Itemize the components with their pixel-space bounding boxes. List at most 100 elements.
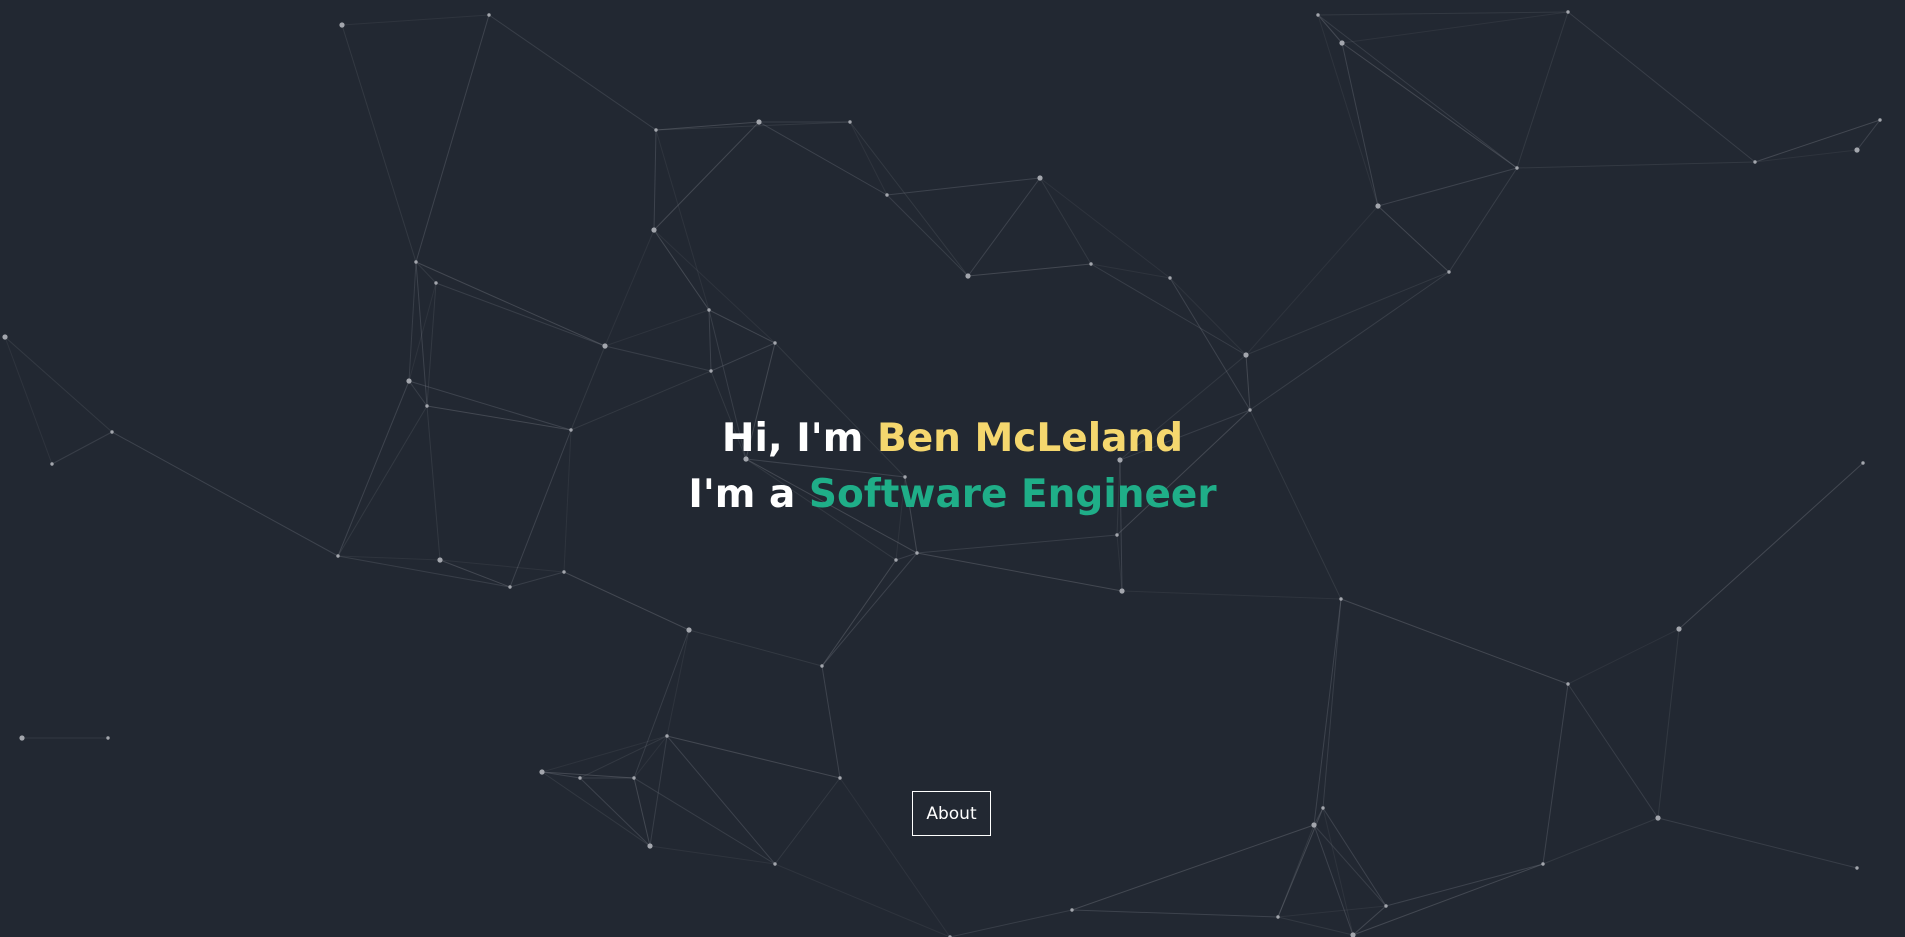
- network-node: [487, 13, 491, 17]
- network-link: [886, 177, 1041, 196]
- name-highlight: Ben McLeland: [876, 416, 1184, 461]
- network-node: [437, 557, 443, 563]
- network-link: [579, 777, 651, 847]
- network-node: [756, 119, 762, 125]
- network-link: [1277, 905, 1387, 918]
- network-link: [886, 194, 969, 277]
- network-node: [414, 260, 418, 264]
- network-node: [1375, 203, 1381, 209]
- network-node: [1115, 533, 1119, 537]
- network-link: [708, 309, 712, 372]
- network-link: [967, 263, 1092, 277]
- network-link: [1322, 807, 1387, 907]
- network-link: [916, 534, 1118, 554]
- greeting-prefix: Hi, I'm: [721, 416, 877, 461]
- network-node: [1119, 588, 1125, 594]
- network-link: [1121, 590, 1342, 600]
- network-node: [1655, 815, 1661, 821]
- network-link: [1377, 205, 1450, 273]
- network-node: [707, 308, 711, 312]
- network-link: [1313, 824, 1354, 936]
- network-link: [1317, 14, 1379, 207]
- network-node: [1168, 276, 1172, 280]
- network-node: [1447, 270, 1451, 274]
- network-link: [758, 121, 888, 196]
- network-node: [19, 735, 25, 741]
- network-link: [1341, 11, 1569, 44]
- network-node: [773, 341, 777, 345]
- network-link: [1352, 905, 1387, 936]
- network-node: [1753, 160, 1757, 164]
- network-link: [1277, 916, 1354, 936]
- network-link: [1039, 177, 1092, 265]
- network-link: [408, 380, 428, 407]
- network-node: [1878, 118, 1882, 122]
- network-node: [915, 551, 919, 555]
- greeting-line: Hi, I'm Ben McLeland: [0, 411, 1905, 467]
- network-link: [649, 735, 668, 847]
- network-link: [1039, 177, 1171, 279]
- network-node: [1566, 682, 1570, 686]
- network-link: [341, 24, 417, 263]
- network-link: [1245, 205, 1379, 356]
- network-link: [408, 261, 417, 382]
- network-link: [1313, 824, 1387, 907]
- network-node: [1566, 10, 1570, 14]
- network-link: [337, 555, 441, 561]
- network-node: [336, 554, 340, 558]
- network-link: [1542, 817, 1659, 865]
- network-link: [541, 771, 635, 779]
- network-node: [508, 585, 512, 589]
- network-link: [1071, 909, 1279, 918]
- network-node: [820, 664, 824, 668]
- network-link: [1341, 42, 1379, 207]
- network-node: [1339, 40, 1345, 46]
- network-link: [509, 571, 565, 588]
- network-link: [1317, 14, 1343, 44]
- network-node: [885, 193, 889, 197]
- network-link: [1754, 119, 1881, 163]
- network-link: [604, 229, 655, 347]
- network-node: [632, 776, 636, 780]
- network-link: [849, 121, 969, 277]
- network-node: [1037, 175, 1043, 181]
- network-node: [651, 227, 657, 233]
- network-node: [339, 22, 345, 28]
- network-node: [434, 281, 438, 285]
- network-link: [666, 735, 776, 865]
- network-node: [1070, 908, 1074, 912]
- network-node: [1089, 262, 1093, 266]
- network-link: [666, 735, 841, 779]
- network-link: [649, 845, 776, 865]
- network-link: [821, 665, 841, 779]
- network-node: [1854, 147, 1860, 153]
- network-node: [848, 120, 852, 124]
- network-link: [774, 863, 951, 937]
- network-node: [654, 128, 658, 132]
- network-link: [563, 571, 690, 631]
- network-link: [488, 14, 657, 131]
- network-link: [633, 777, 776, 865]
- network-link: [666, 629, 690, 737]
- network-link: [916, 552, 1123, 592]
- network-link: [1322, 598, 1342, 809]
- network-link: [821, 559, 897, 667]
- network-link: [653, 129, 657, 231]
- hero-section: Hi, I'm Ben McLeland I'm a Software Engi…: [0, 0, 1905, 937]
- network-node: [578, 776, 582, 780]
- network-link: [1542, 683, 1569, 865]
- network-link: [439, 559, 565, 573]
- network-node: [1316, 13, 1320, 17]
- network-link: [1169, 277, 1251, 411]
- network-link: [1245, 354, 1251, 411]
- network-node: [647, 843, 653, 849]
- network-link: [415, 261, 437, 284]
- network-link: [341, 14, 490, 26]
- about-button[interactable]: About: [912, 791, 991, 836]
- role-prefix: I'm a: [688, 472, 809, 517]
- hero-heading: Hi, I'm Ben McLeland I'm a Software Engi…: [0, 411, 1905, 523]
- network-link: [653, 229, 710, 311]
- network-link: [774, 777, 841, 865]
- network-link: [1341, 42, 1518, 169]
- network-link: [604, 345, 712, 372]
